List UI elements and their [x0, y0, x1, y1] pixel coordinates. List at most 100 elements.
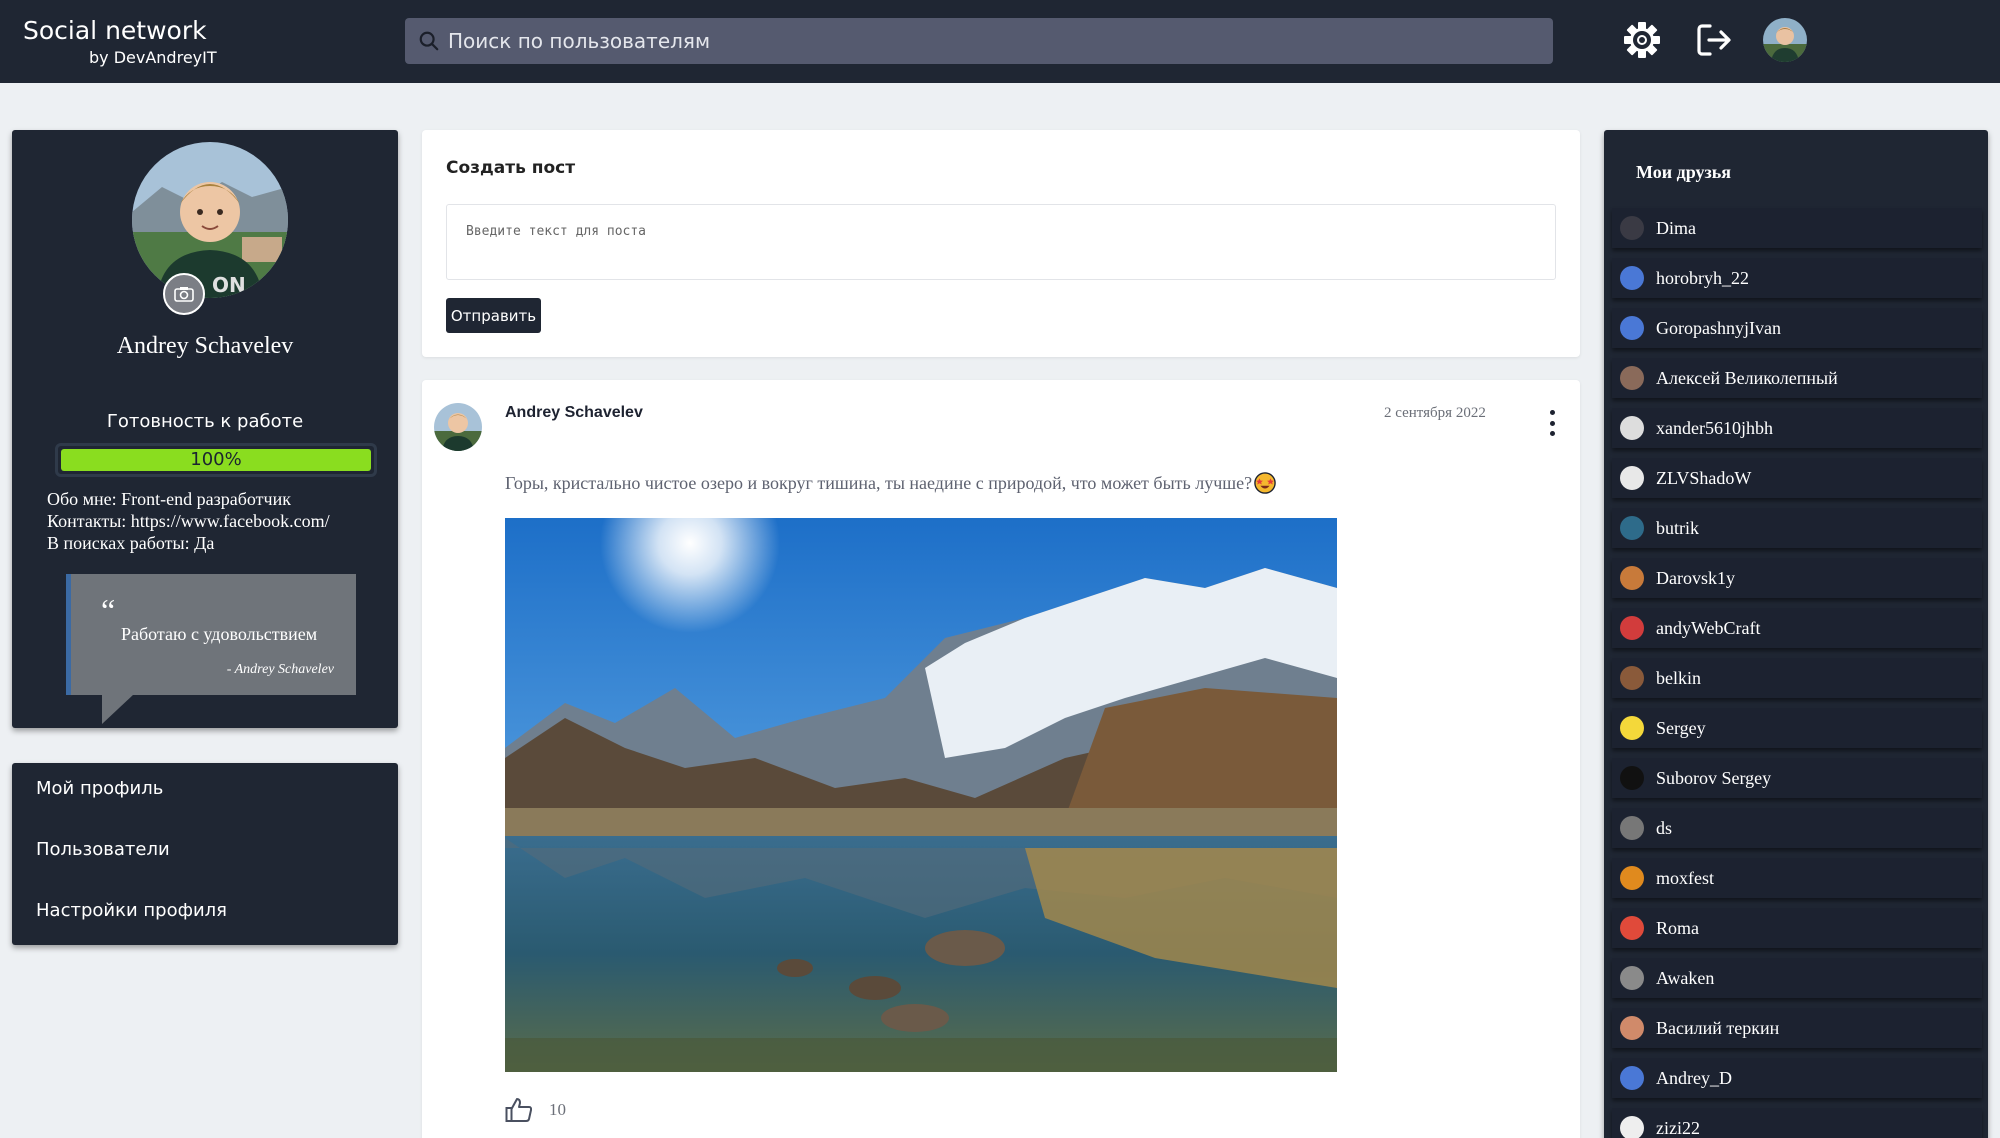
- post-text: Горы, кристально чистое озеро и вокруг т…: [505, 472, 1276, 494]
- friend-item[interactable]: ZLVShadoW: [1612, 458, 1982, 498]
- camera-icon: [174, 287, 194, 302]
- friend-name: horobryh_22: [1656, 267, 1749, 288]
- ready-label: Готовность к работе: [106, 411, 304, 432]
- friends-panel: Мои друзья Dima horobryh_22 GoropashnyjIva…: [1604, 130, 1988, 1138]
- friend-avatar: [1620, 1116, 1644, 1138]
- friend-item[interactable]: zizi22: [1612, 1108, 1982, 1138]
- contacts-line: Контакты: https://www.facebook.com/: [47, 511, 330, 531]
- friend-item[interactable]: horobryh_22: [1612, 258, 1982, 298]
- friend-item[interactable]: moxfest: [1612, 858, 1982, 898]
- friend-avatar: [1620, 616, 1644, 640]
- friend-item[interactable]: Suborov Sergey: [1612, 758, 1982, 798]
- friend-name: zizi22: [1656, 1117, 1700, 1138]
- quote-mark: “: [101, 592, 116, 628]
- post-text-content: Горы, кристально чистое озеро и вокруг т…: [505, 472, 1253, 493]
- friend-item[interactable]: xander5610jhbh: [1612, 408, 1982, 448]
- friend-avatar: [1620, 566, 1644, 590]
- friend-name: moxfest: [1656, 867, 1714, 888]
- like-thumb-icon[interactable]: [505, 1097, 533, 1123]
- ready-progress-bar: 100%: [55, 443, 377, 477]
- friend-item[interactable]: Василий теркин: [1612, 1008, 1982, 1048]
- friend-avatar: [1620, 766, 1644, 790]
- friend-avatar: [1620, 1066, 1644, 1090]
- friend-item[interactable]: Andrey_D: [1612, 1058, 1982, 1098]
- quote-tail: [102, 694, 134, 724]
- post-image[interactable]: [505, 518, 1337, 1072]
- friend-name: belkin: [1656, 667, 1701, 688]
- profile-name: Andrey Schavelev: [116, 333, 294, 359]
- brand-logo[interactable]: Social network by DevAndreyIT: [23, 14, 217, 67]
- friend-item[interactable]: GoropashnyjIvan: [1612, 308, 1982, 348]
- friend-name: Sergey: [1656, 717, 1706, 738]
- nav-users[interactable]: Пользователи: [36, 839, 170, 860]
- post-author-name[interactable]: Andrey Schavelev: [505, 404, 643, 422]
- search-bar[interactable]: [405, 18, 1553, 64]
- friend-item[interactable]: Dima: [1612, 208, 1982, 248]
- friend-avatar: [1620, 716, 1644, 740]
- nav-my-profile[interactable]: Мой профиль: [36, 778, 163, 799]
- friend-name: Roma: [1656, 917, 1699, 938]
- post-date: 2 сентября 2022: [1384, 405, 1486, 421]
- search-icon: [419, 31, 439, 51]
- friend-avatar: [1620, 266, 1644, 290]
- friend-avatar: [1620, 466, 1644, 490]
- friend-avatar: [1620, 666, 1644, 690]
- progress-text: 100%: [190, 449, 242, 470]
- friend-avatar: [1620, 516, 1644, 540]
- quote-author: - Andrey Schavelev: [226, 662, 334, 677]
- about-info: Обо мне: Front-end разработчик Контакты:…: [47, 488, 330, 554]
- change-photo-button[interactable]: [163, 273, 205, 315]
- profile-card: ON Andrey Schavelev Готовность к работе …: [12, 130, 398, 728]
- friend-item[interactable]: andyWebCraft: [1612, 608, 1982, 648]
- friend-name: andyWebCraft: [1656, 617, 1761, 638]
- friend-avatar: [1620, 366, 1644, 390]
- side-navigation: Мой профиль Пользователи Настройки профи…: [12, 763, 398, 945]
- quote-text: Работаю с удовольствием: [121, 624, 318, 644]
- header-avatar[interactable]: [1763, 18, 1807, 62]
- friend-item[interactable]: Sergey: [1612, 708, 1982, 748]
- about-line: Обо мне: Front-end разработчик: [47, 489, 291, 509]
- friend-name: Suborov Sergey: [1656, 767, 1772, 788]
- friend-name: butrik: [1656, 517, 1699, 538]
- like-count: 10: [549, 1100, 566, 1119]
- job-search-line: В поисках работы: Да: [47, 533, 215, 553]
- search-input[interactable]: [448, 29, 1528, 53]
- post-card: Andrey Schavelev 2 сентября 2022 Горы, к…: [422, 380, 1580, 1138]
- friend-item[interactable]: ds: [1612, 808, 1982, 848]
- logout-icon[interactable]: [1694, 20, 1734, 60]
- nav-profile-settings[interactable]: Настройки профиля: [36, 900, 227, 921]
- create-post-card: Создать пост Отправить: [422, 130, 1580, 357]
- friend-item[interactable]: Roma: [1612, 908, 1982, 948]
- post-text-input[interactable]: [446, 204, 1556, 280]
- friend-avatar: [1620, 816, 1644, 840]
- top-header: Social network by DevAndreyIT: [0, 0, 2000, 83]
- friend-name: ZLVShadoW: [1656, 467, 1752, 488]
- post-options-icon[interactable]: [1542, 410, 1562, 436]
- friend-item[interactable]: butrik: [1612, 508, 1982, 548]
- friend-avatar: [1620, 416, 1644, 440]
- friend-avatar: [1620, 316, 1644, 340]
- star-eyes-emoji-icon: [1254, 472, 1276, 494]
- friend-name: ds: [1656, 817, 1673, 838]
- friend-avatar: [1620, 216, 1644, 240]
- create-post-title: Создать пост: [446, 158, 576, 178]
- brand-subtitle: by DevAndreyIT: [89, 48, 217, 67]
- profile-avatar: ON: [132, 142, 288, 298]
- friend-avatar: [1620, 1016, 1644, 1040]
- post-author-avatar[interactable]: [434, 403, 482, 451]
- friend-name: Василий теркин: [1656, 1017, 1780, 1038]
- friend-item[interactable]: Awaken: [1612, 958, 1982, 998]
- gear-icon[interactable]: [1622, 20, 1662, 60]
- friend-avatar: [1620, 966, 1644, 990]
- friends-title: Мои друзья: [1636, 162, 1731, 182]
- brand-title: Social network: [23, 16, 207, 45]
- friend-name: Алексей Великолепный: [1656, 367, 1838, 388]
- friend-avatar: [1620, 916, 1644, 940]
- friend-name: GoropashnyjIvan: [1656, 317, 1781, 338]
- send-post-button[interactable]: Отправить: [446, 298, 541, 333]
- like-row: 10: [505, 1097, 566, 1123]
- friend-item[interactable]: Darovsk1y: [1612, 558, 1982, 598]
- friend-item[interactable]: Алексей Великолепный: [1612, 358, 1982, 398]
- friend-item[interactable]: belkin: [1612, 658, 1982, 698]
- status-quote: “ Работаю с удовольствием - Andrey Schav…: [66, 574, 356, 695]
